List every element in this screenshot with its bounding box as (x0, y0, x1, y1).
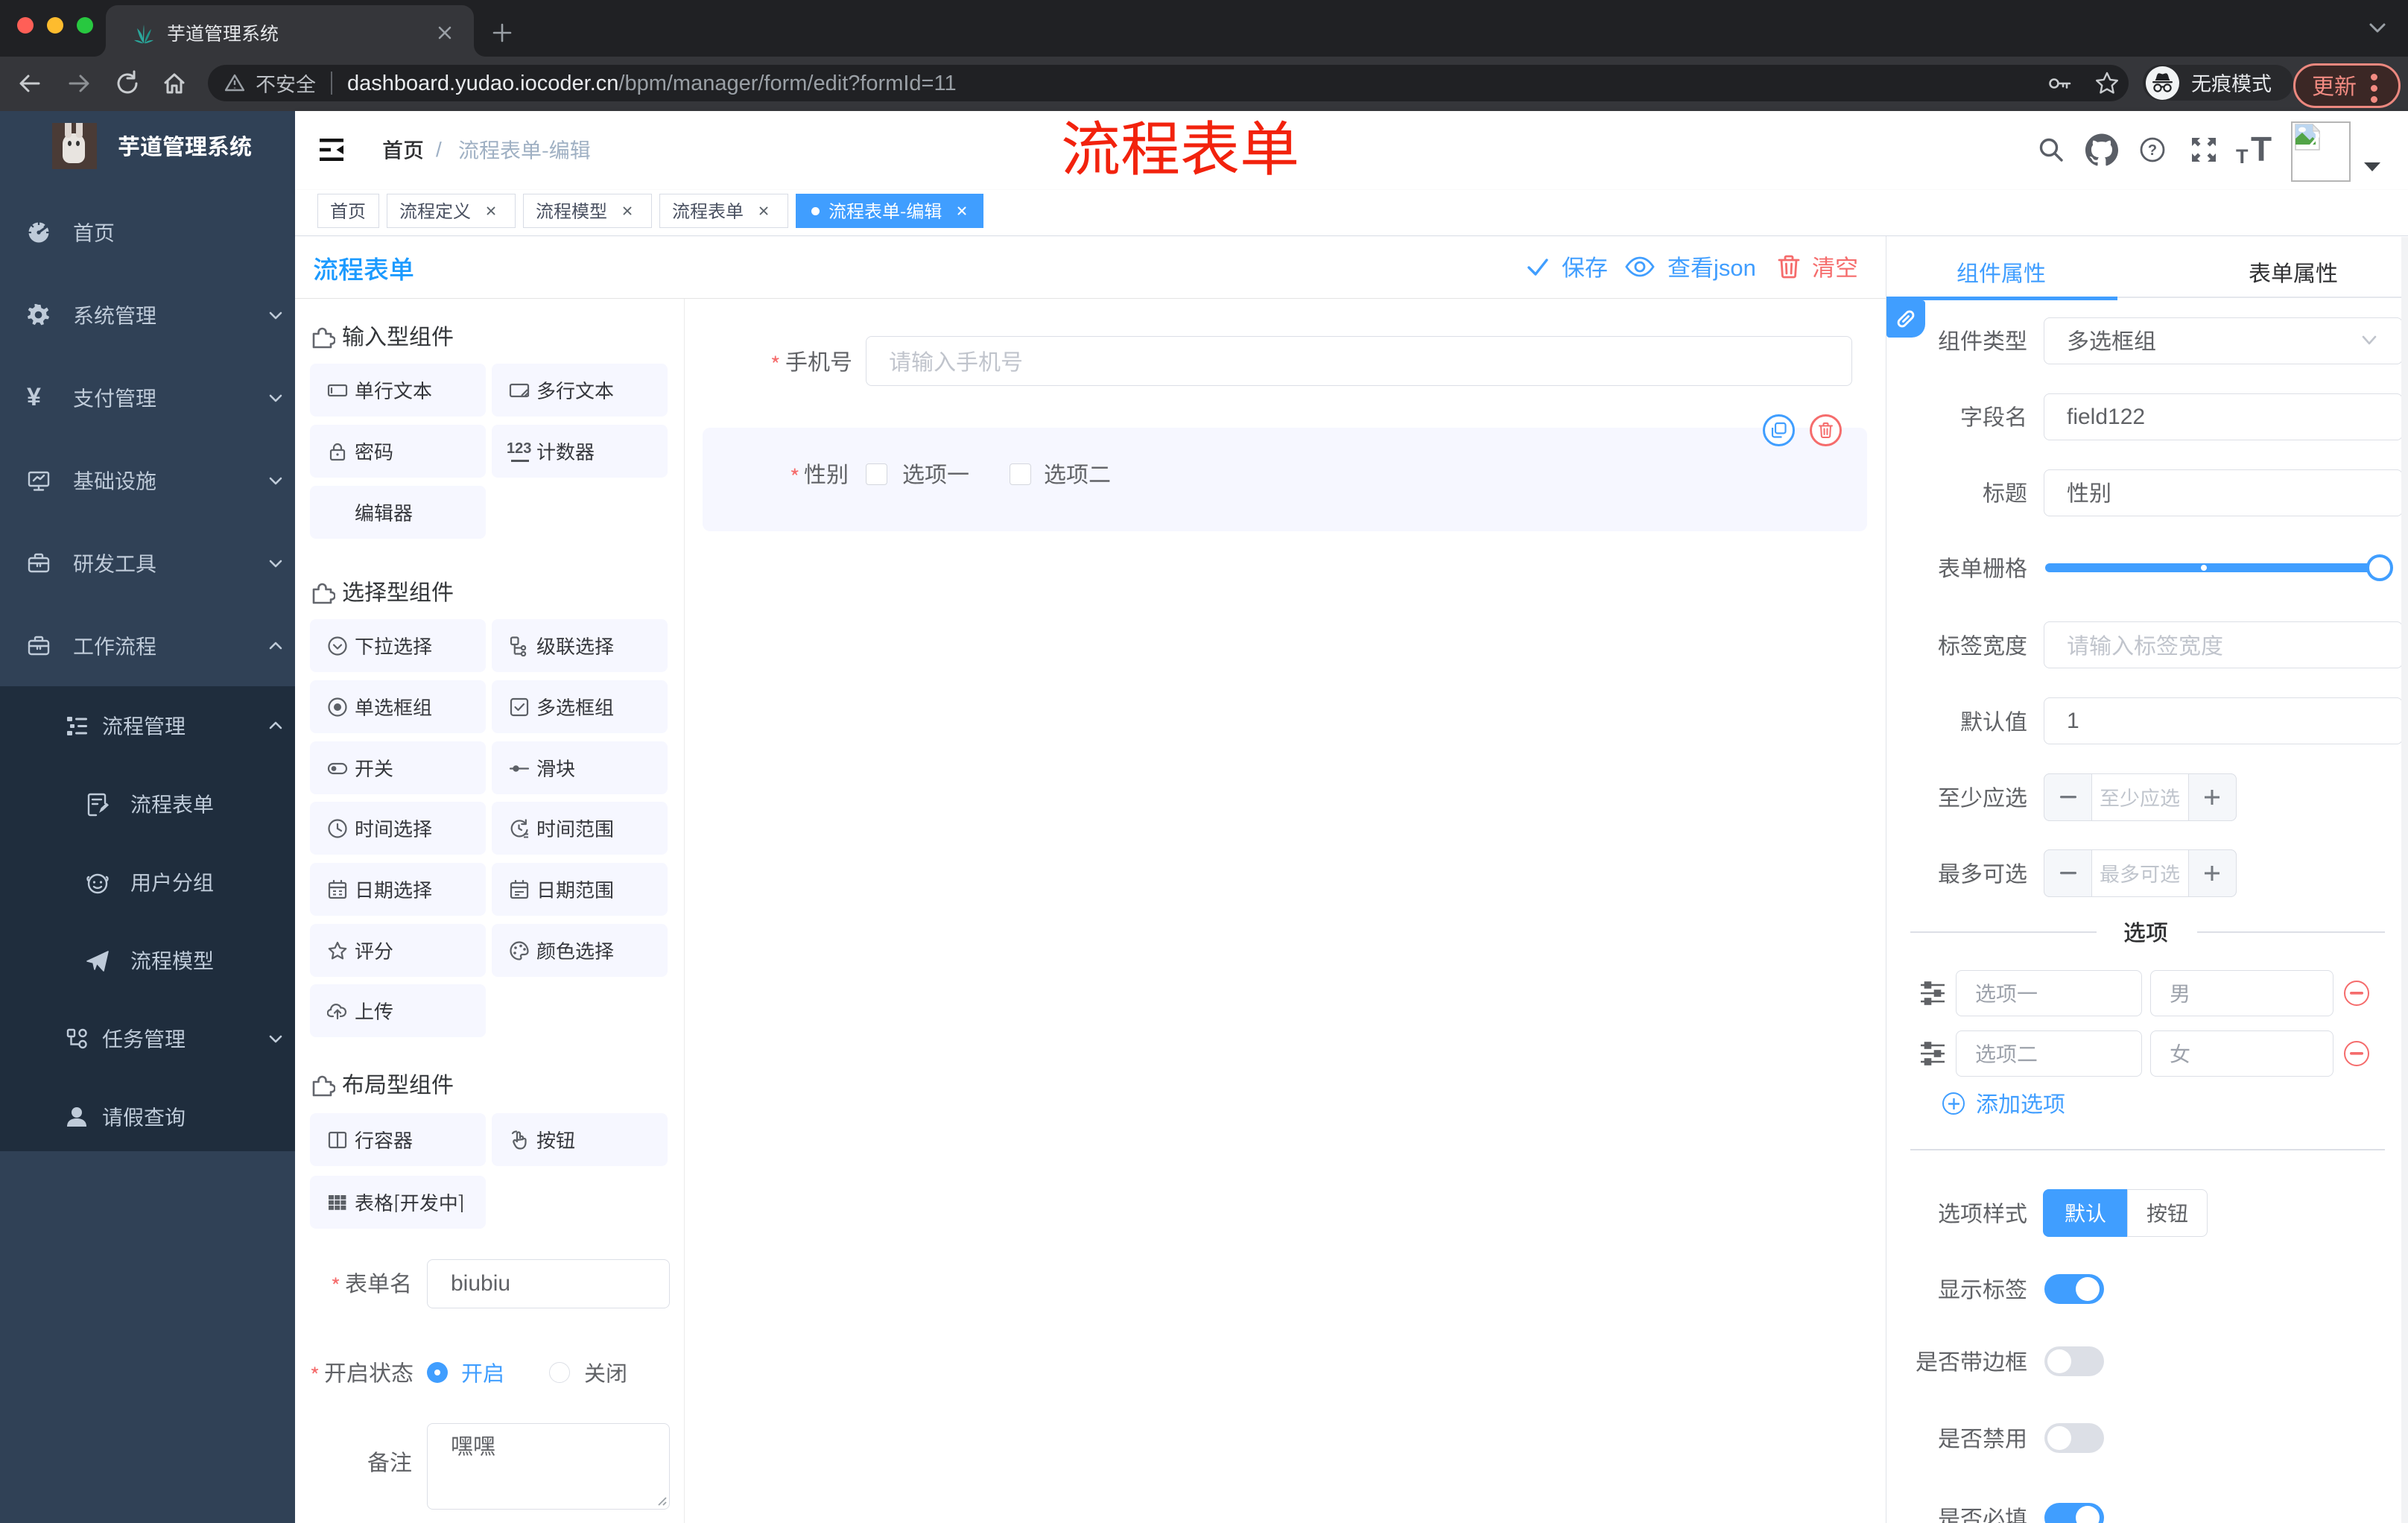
svg-text:?: ? (2148, 142, 2157, 159)
